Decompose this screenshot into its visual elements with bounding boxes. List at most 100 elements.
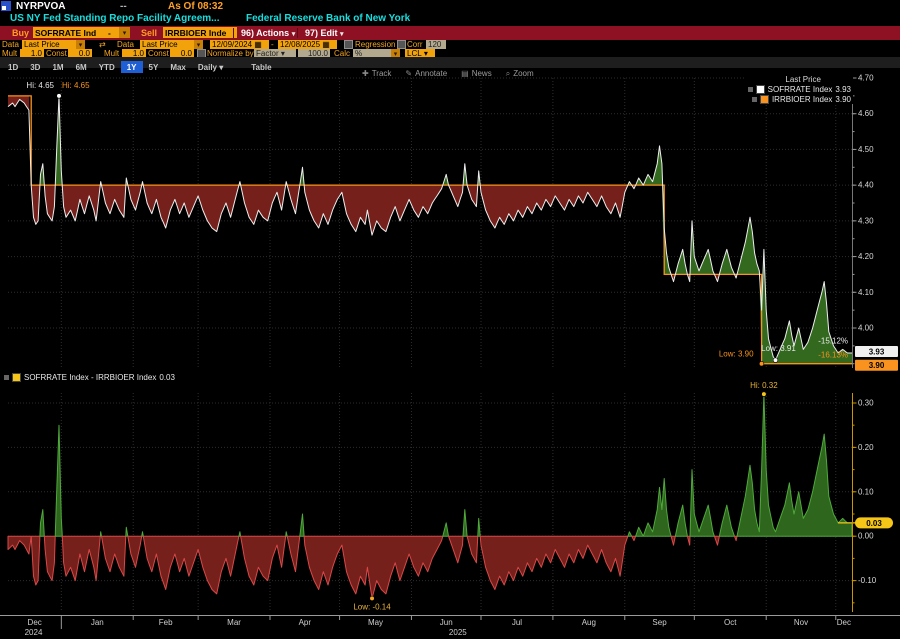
tab-1d[interactable]: 1D	[2, 61, 24, 73]
annotate-icon: ✎	[405, 69, 412, 78]
zoom-button[interactable]: ⌕Zoom	[506, 69, 534, 79]
month-label: Oct	[724, 618, 737, 627]
month-label: Aug	[582, 618, 596, 627]
axis-label: 4.60	[858, 109, 874, 118]
drag-handle-icon	[4, 375, 9, 380]
hi-low-annotation: Hi: 0.32	[750, 381, 778, 390]
tab-1y[interactable]: 1Y	[121, 61, 143, 73]
position-dropdown[interactable]: ▾	[119, 27, 130, 38]
zoom-icon: ⌕	[506, 69, 510, 78]
tab-6m[interactable]: 6M	[70, 61, 93, 73]
legend-title: Last Price	[785, 75, 821, 84]
table-button[interactable]: Table	[245, 61, 277, 73]
price2-select[interactable]: Last Price	[140, 40, 196, 49]
pct-change-label: -16.13%	[818, 351, 848, 360]
trade-bar: Buy SOFRRATE Ind - ▾ Sell IRRBIOER Inde …	[0, 26, 900, 40]
app-icon	[1, 1, 11, 11]
regression-checkbox[interactable]	[344, 40, 353, 49]
corr-label: Corr	[407, 40, 423, 49]
tab-1m[interactable]: 1M	[46, 61, 69, 73]
price-legend: Last Price SOFRRATE Index 3.93 IRRBIOER …	[746, 75, 853, 104]
axis-label: 4.40	[858, 181, 874, 190]
security-source: Federal Reserve Bank of New York	[246, 13, 410, 24]
date-from-field[interactable]: 12/09/2024 ▦	[210, 40, 269, 49]
ticker-symbol: NYRPVOA	[16, 1, 65, 12]
date-to-field[interactable]: 12/08/2025 ▦	[278, 40, 337, 49]
swap-icon[interactable]: ⇄	[99, 40, 106, 49]
month-label: Apr	[299, 618, 312, 627]
tab-max[interactable]: Max	[164, 61, 192, 73]
price-badge: 3.90	[855, 360, 898, 371]
corr-window-field[interactable]: 120	[426, 40, 446, 49]
security-name: US NY Fed Standing Repo Facility Agreem.…	[10, 13, 219, 24]
month-label: Mar	[227, 618, 241, 627]
hi-low-annotation: Low: 3.91	[761, 344, 796, 353]
hi-low-marker	[370, 596, 375, 601]
hi-low-marker	[759, 361, 764, 366]
hi-low-marker	[762, 392, 767, 397]
tab-3d[interactable]: 3D	[24, 61, 46, 73]
month-label: Dec	[28, 618, 42, 627]
month-label: Sep	[652, 618, 667, 627]
spread-legend[interactable]: SOFRRATE Index - IRRBIOER Index 0.03	[4, 373, 175, 382]
annotate-button[interactable]: ✎Annotate	[405, 69, 447, 79]
buy-security-field[interactable]: SOFRRATE Ind	[33, 27, 107, 38]
axis-label: 4.50	[858, 145, 874, 154]
legend-label: IRRBIOER Index	[772, 95, 832, 104]
chevron-down-icon: ▾	[123, 29, 127, 37]
month-label: May	[368, 618, 383, 627]
edit-menu[interactable]: 97) Edit ▾	[297, 28, 344, 38]
position-field[interactable]: -	[106, 27, 120, 38]
price2-dropdown[interactable]: ▾	[194, 40, 203, 49]
price-badge: 3.93	[855, 346, 898, 357]
frequency-select[interactable]: Daily ▾	[192, 61, 229, 73]
track-button[interactable]: ✚Track	[362, 69, 391, 79]
axis-label: 0.30	[858, 398, 874, 407]
hi-low-marker	[773, 358, 778, 363]
month-label: Nov	[794, 618, 808, 627]
badge-text: 3.93	[869, 348, 885, 357]
price1-dropdown[interactable]: ▾	[76, 40, 85, 49]
chevron-down-icon: ▾	[292, 31, 296, 38]
ticker-dashes: --	[120, 1, 127, 12]
badge-text: 0.03	[866, 519, 882, 528]
legend-label: SOFRRATE Index - IRRBIOER Index	[24, 373, 156, 382]
news-icon: ▤	[461, 69, 469, 78]
settings-row-1: Data Last Price ▾ ⇄ Data Last Price ▾ 12…	[0, 40, 900, 49]
chevron-down-icon: ▾	[79, 41, 83, 49]
range-tabs: 1D3D1M6MYTD1Y5YMaxDaily ▾Table	[2, 57, 278, 68]
settings-row-2: Mult 1.0 Const 0.0 Mult 1.0 Const 0.0 No…	[0, 49, 900, 57]
title-row: NYRPVOA -- As Of 08:32	[0, 0, 900, 13]
spread-fill-green	[100, 532, 101, 536]
legend-value: 3.90	[835, 95, 851, 104]
hi-low-annotation: Low: 3.90	[719, 350, 754, 359]
tab-ytd[interactable]: YTD	[93, 61, 121, 73]
data2-label: Data	[117, 40, 134, 49]
sell-security-field[interactable]: IRRBIOER Inde	[163, 27, 237, 38]
tab-5y[interactable]: 5Y	[143, 61, 165, 73]
chart-toolbar: ✚Track ✎Annotate ▤News ⌕Zoom	[362, 69, 534, 79]
axis-label: 4.00	[858, 324, 874, 333]
month-label: Jun	[440, 618, 453, 627]
year-label: 2024	[25, 628, 43, 637]
hi-low-annotation: Hi: 4.65	[62, 81, 90, 90]
legend-label: SOFRRATE Index	[768, 85, 833, 94]
hi-low-annotation: Low: -0.14	[353, 602, 391, 611]
axis-label: 0.00	[858, 532, 874, 541]
chevron-down-icon: ▾	[197, 41, 201, 49]
bloomberg-terminal-window: 4.704.604.504.404.304.204.104.000.300.20…	[0, 0, 900, 639]
legend-item-irrbioer[interactable]: IRRBIOER Index 3.90	[752, 94, 851, 104]
news-button[interactable]: ▤News	[461, 69, 492, 79]
axis-label: -0.10	[858, 576, 877, 585]
legend-item-sofrrate[interactable]: SOFRRATE Index 3.93	[748, 84, 851, 94]
month-label: Jul	[512, 618, 522, 627]
price1-select[interactable]: Last Price	[22, 40, 78, 49]
corr-checkbox[interactable]	[397, 40, 406, 49]
price-badge: 0.03	[855, 517, 893, 528]
regression-label: Regression	[355, 40, 395, 49]
buy-label: Buy	[12, 28, 29, 38]
axis-label: 4.70	[858, 74, 874, 83]
axis-label: 4.30	[858, 216, 874, 225]
actions-menu[interactable]: 96) Actions ▾	[233, 28, 295, 38]
axis-label: 0.20	[858, 443, 874, 452]
